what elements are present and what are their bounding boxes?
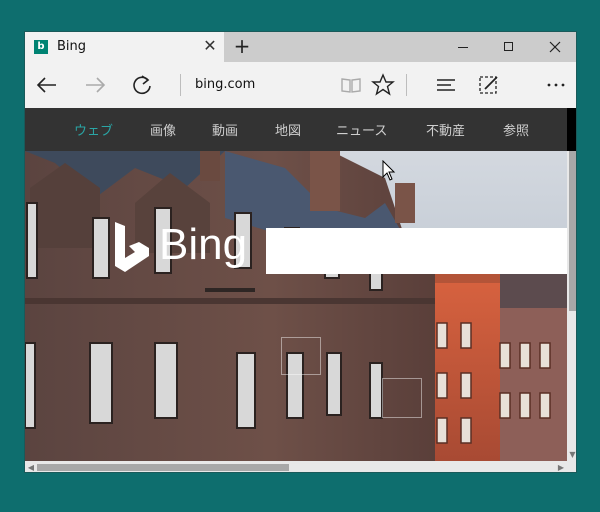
navigation-toolbar: bing.com [25, 62, 576, 108]
new-tab-button[interactable]: + [232, 36, 252, 58]
forward-arrow-icon[interactable] [82, 72, 108, 98]
nav-news[interactable]: ニュース [336, 120, 387, 139]
tab-strip: b Bing ✕ + [25, 32, 576, 62]
close-icon [549, 41, 561, 53]
image-hotspot[interactable] [382, 378, 422, 418]
image-hotspot[interactable] [281, 337, 321, 375]
vertical-scrollbar[interactable]: ▼ [567, 151, 576, 461]
hub-icon[interactable] [433, 72, 459, 98]
bing-logo-icon [115, 222, 149, 272]
maximize-button[interactable] [486, 32, 532, 62]
scroll-down-arrow-icon[interactable]: ▼ [567, 450, 576, 460]
browser-window: b Bing ✕ + bing.com ウェブ 画像 動画 地図 ニュース 不動… [24, 31, 577, 473]
mouse-pointer-icon [382, 160, 396, 181]
web-note-icon[interactable] [476, 72, 502, 98]
nav-reference[interactable]: 参照 [503, 120, 529, 139]
scrollbar-corner [567, 461, 576, 472]
tab-bing[interactable]: b Bing ✕ [25, 32, 224, 62]
tab-title: Bing [57, 39, 87, 54]
minimize-button[interactable] [440, 32, 486, 62]
scroll-right-arrow-icon[interactable]: ▶ [556, 462, 566, 472]
address-bar[interactable]: bing.com [195, 77, 255, 92]
horizontal-scrollbar[interactable]: ◀ ▶ [25, 461, 567, 472]
nav-videos[interactable]: 動画 [212, 120, 238, 139]
minimize-icon [458, 47, 468, 48]
back-arrow-icon[interactable] [34, 72, 60, 98]
horizontal-scroll-thumb[interactable] [37, 464, 289, 471]
search-input[interactable] [266, 228, 567, 274]
toolbar-divider [406, 74, 407, 96]
web-page: ウェブ 画像 動画 地図 ニュース 不動産 参照 Bing ▼ ◀ ▶ [25, 108, 576, 472]
townhouses-image [25, 108, 567, 461]
bing-nav-bar: ウェブ 画像 動画 地図 ニュース 不動産 参照 [25, 108, 567, 151]
nav-real-estate[interactable]: 不動産 [426, 120, 465, 139]
nav-maps[interactable]: 地図 [275, 120, 301, 139]
vertical-scroll-thumb[interactable] [569, 151, 576, 311]
bing-favicon-icon: b [34, 40, 48, 54]
background-photo: ウェブ 画像 動画 地図 ニュース 不動産 参照 Bing [25, 108, 567, 461]
scroll-left-arrow-icon[interactable]: ◀ [26, 462, 36, 472]
nav-web[interactable]: ウェブ [74, 120, 113, 139]
bing-logo-text: Bing [159, 220, 248, 269]
close-window-button[interactable] [532, 32, 576, 62]
maximize-icon [504, 42, 513, 51]
toolbar-divider [180, 74, 181, 96]
nav-images[interactable]: 画像 [150, 120, 176, 139]
reading-view-icon[interactable] [338, 72, 364, 98]
tab-close-icon[interactable]: ✕ [201, 36, 219, 56]
favorite-star-icon[interactable] [370, 72, 396, 98]
more-icon[interactable] [543, 72, 569, 98]
refresh-icon[interactable] [129, 72, 155, 98]
